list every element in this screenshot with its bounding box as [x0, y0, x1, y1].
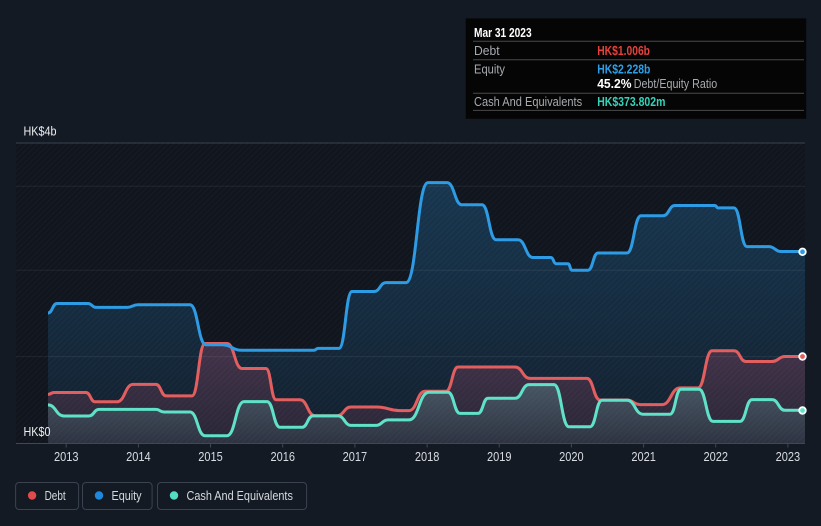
svg-text:2015: 2015	[198, 449, 223, 464]
svg-text:Debt/Equity Ratio: Debt/Equity Ratio	[634, 76, 718, 91]
svg-text:2023: 2023	[776, 449, 801, 464]
svg-text:2016: 2016	[270, 449, 295, 464]
svg-text:HK$2.228b: HK$2.228b	[597, 62, 650, 77]
svg-text:2021: 2021	[631, 449, 656, 464]
svg-text:2022: 2022	[703, 449, 728, 464]
svg-text:HK$373.802m: HK$373.802m	[597, 94, 665, 109]
svg-text:Cash And Equivalents: Cash And Equivalents	[474, 94, 583, 109]
svg-text:2014: 2014	[126, 449, 151, 464]
svg-text:2019: 2019	[487, 449, 512, 464]
svg-text:2017: 2017	[343, 449, 368, 464]
svg-text:Equity: Equity	[474, 62, 505, 77]
svg-text:Debt: Debt	[474, 43, 500, 58]
svg-text:HK$1.006b: HK$1.006b	[597, 43, 650, 58]
svg-text:2020: 2020	[559, 449, 584, 464]
svg-text:Mar 31 2023: Mar 31 2023	[474, 25, 532, 40]
svg-text:2018: 2018	[415, 449, 440, 464]
svg-text:Cash And Equivalents: Cash And Equivalents	[187, 488, 294, 503]
svg-text:45.2%: 45.2%	[597, 76, 632, 91]
svg-text:HK$4b: HK$4b	[24, 124, 57, 139]
svg-text:2013: 2013	[54, 449, 79, 464]
svg-text:Debt: Debt	[45, 488, 66, 503]
svg-text:Equity: Equity	[112, 488, 143, 503]
svg-text:HK$0: HK$0	[24, 424, 51, 439]
